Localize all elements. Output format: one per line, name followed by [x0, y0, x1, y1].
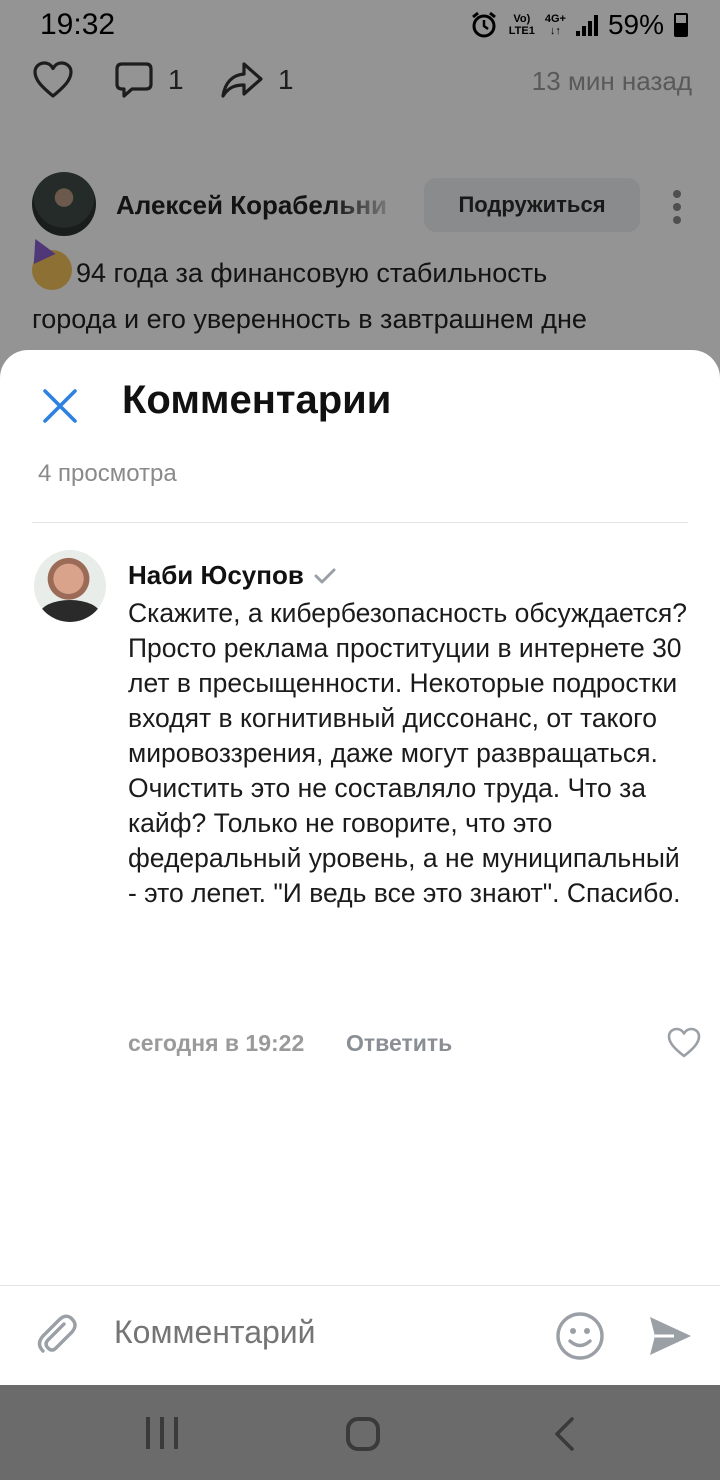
- views-count: 4 просмотра: [38, 460, 177, 487]
- recents-icon[interactable]: [146, 1417, 178, 1449]
- comment-composer: [0, 1286, 720, 1385]
- comment-author[interactable]: Наби Юсупов: [128, 560, 336, 591]
- comment-author-name: Наби Юсупов: [128, 560, 304, 590]
- home-icon[interactable]: [346, 1417, 380, 1451]
- avatar[interactable]: [34, 550, 106, 622]
- smiley-icon[interactable]: [554, 1310, 606, 1362]
- comments-sheet: Комментарии 4 просмотра Наби Юсупов Скаж…: [0, 350, 720, 1385]
- comment-date: сегодня в 19:22: [128, 1030, 305, 1056]
- navigation-bar: [0, 1385, 720, 1480]
- reply-button[interactable]: Ответить: [346, 1030, 452, 1057]
- check-icon: [314, 568, 336, 583]
- comment-input[interactable]: [114, 1314, 534, 1351]
- paperclip-icon[interactable]: [34, 1312, 80, 1358]
- comment-text: Скажите, а кибербезопасность обсуждается…: [128, 598, 688, 908]
- send-icon[interactable]: [646, 1312, 694, 1360]
- heart-icon[interactable]: [666, 1026, 702, 1060]
- close-icon[interactable]: [40, 386, 80, 426]
- divider: [32, 522, 688, 523]
- back-icon[interactable]: [552, 1415, 576, 1453]
- sheet-title: Комментарии: [122, 378, 392, 422]
- comment-meta: сегодня в 19:22 Ответить: [128, 1027, 701, 1066]
